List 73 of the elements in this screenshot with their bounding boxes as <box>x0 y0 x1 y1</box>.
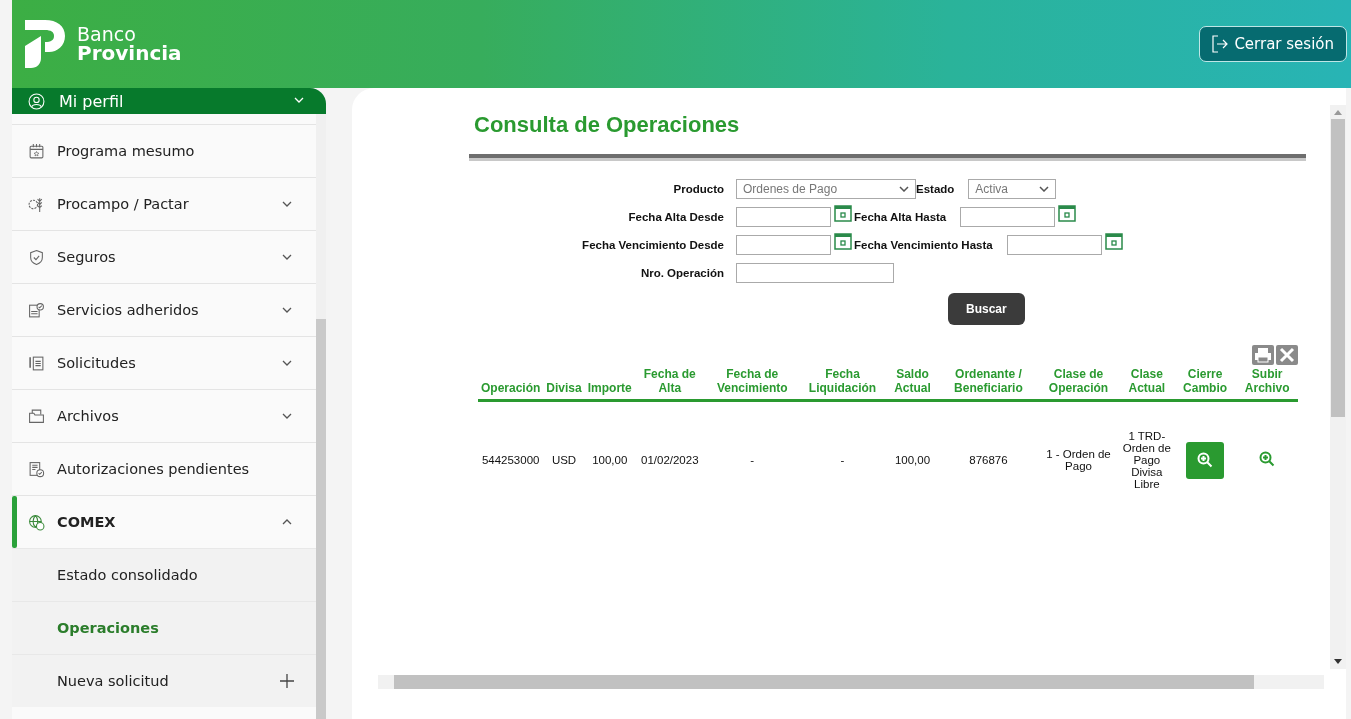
scroll-up-icon[interactable] <box>1334 109 1342 115</box>
table-cell: 1 TRD-Orden de Pago Divisa Libre <box>1122 430 1171 490</box>
field-label: Fecha Vencimiento Desde <box>581 239 724 251</box>
field-label: Estado <box>916 183 955 195</box>
column-header: Saldo Actual <box>885 365 940 401</box>
calendar-icon[interactable] <box>1058 205 1077 223</box>
search-button[interactable]: Buscar <box>948 293 1025 325</box>
plus-icon <box>280 674 294 688</box>
select-field[interactable]: Ordenes de Pago <box>736 179 916 199</box>
checklist-icon <box>28 460 45 478</box>
field-label: Fecha Vencimiento Hasta <box>854 239 993 251</box>
print-icon[interactable] <box>1252 345 1274 365</box>
shield-icon <box>28 248 45 266</box>
date-field[interactable] <box>960 207 1056 227</box>
field-label: Fecha Alta Hasta <box>854 211 947 223</box>
wheat-icon <box>28 195 45 213</box>
table-cell: 544253000 <box>481 454 540 466</box>
bill-icon <box>28 301 45 319</box>
field-label: Producto <box>672 183 724 195</box>
calendar-icon[interactable] <box>1104 233 1123 251</box>
text-field[interactable] <box>736 263 894 283</box>
column-header: Cierre Cambio <box>1173 365 1237 401</box>
scrollbar-thumb[interactable] <box>1331 119 1345 417</box>
table-cell: 100,00 <box>592 454 628 466</box>
scrollbar-thumb[interactable] <box>394 675 1254 689</box>
table-cell: - <box>750 454 755 466</box>
table-cell: 876876 <box>969 454 1008 466</box>
column-header: Fecha Liquidación <box>799 365 886 401</box>
table-cell: 01/02/2023 <box>641 454 699 466</box>
column-header: Importe <box>584 365 635 401</box>
upload-file-button[interactable] <box>1259 451 1276 467</box>
zoom-in-icon <box>1259 451 1276 467</box>
excel-icon[interactable] <box>1276 345 1298 365</box>
field-label: Fecha Alta Desde <box>627 211 724 223</box>
column-header: Fecha de Vencimiento <box>704 365 800 401</box>
caret-icon <box>899 186 909 192</box>
table-cell: - <box>840 454 845 466</box>
scrollbar-thumb[interactable] <box>316 319 326 719</box>
calendar-icon[interactable] <box>834 205 852 223</box>
field-label: Nro. Operación <box>639 267 724 279</box>
caret-icon <box>1039 186 1050 192</box>
submenu-item[interactable]: Operaciones <box>12 601 316 654</box>
document-icon <box>28 354 45 372</box>
logout-button[interactable]: Cerrar sesión <box>1199 26 1347 62</box>
user-icon <box>28 92 45 110</box>
scroll-down-icon[interactable] <box>1334 659 1342 665</box>
table-cell: USD <box>551 454 577 466</box>
profile-menu[interactable]: Mi perfil <box>12 88 326 114</box>
table-cell: 100,00 <box>894 454 931 466</box>
zoom-in-icon <box>1197 452 1214 468</box>
column-header: Subir Archivo <box>1236 365 1298 401</box>
column-header: Clase de Operación <box>1037 365 1120 401</box>
column-header: Ordenante / Beneficiario <box>939 365 1038 401</box>
bank-name: Banco Provincia <box>77 25 182 63</box>
date-field[interactable] <box>1006 235 1102 255</box>
submenu-item[interactable]: Estado consolidado <box>12 548 316 601</box>
column-header: Operación <box>478 365 544 401</box>
column-header: Clase Actual <box>1119 365 1174 401</box>
globe-icon <box>28 513 45 531</box>
select-field[interactable]: Activa <box>968 179 1057 199</box>
exchange-close-button[interactable] <box>1186 441 1225 479</box>
folder-icon <box>28 407 45 425</box>
date-field[interactable] <box>736 207 831 227</box>
date-field[interactable] <box>736 235 831 255</box>
logout-icon <box>1212 35 1229 53</box>
column-header: Fecha de Alta <box>634 365 705 401</box>
calendar-icon[interactable] <box>834 233 852 251</box>
bank-logo-icon <box>25 20 67 68</box>
table-cell: 1 - Orden de Pago <box>1046 448 1111 472</box>
column-header: Divisa <box>543 365 585 401</box>
submenu-item[interactable]: Nueva solicitud <box>12 654 316 707</box>
page-title: Consulta de Operaciones <box>474 112 741 138</box>
calendar-icon <box>28 142 45 160</box>
